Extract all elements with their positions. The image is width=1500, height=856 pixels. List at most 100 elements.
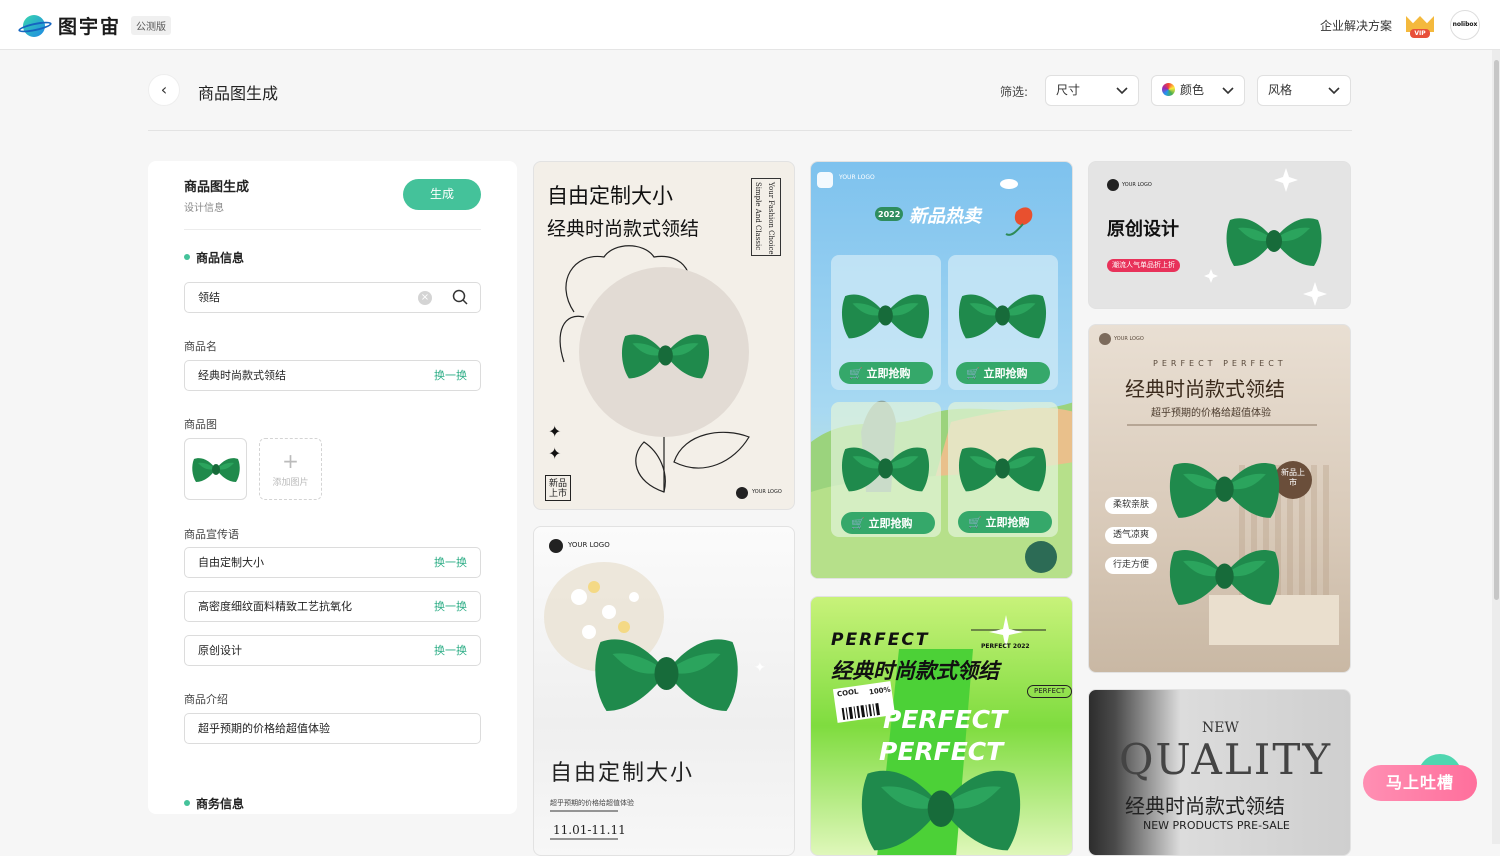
- card-4-feature-2: 透气凉爽: [1105, 527, 1158, 544]
- slogan-field-1[interactable]: 自由定制大小 换一换: [184, 547, 481, 578]
- card-2-cta-1[interactable]: 🛒 立即抢购: [849, 365, 911, 381]
- card-4-tagline: 超乎预期的价格给超值体验: [1151, 408, 1271, 419]
- add-image-button[interactable]: + 添加图片: [259, 438, 322, 500]
- card-4-subtitle: PERFECT PERFECT: [1153, 359, 1287, 368]
- card-1-title-1: 自由定制大小: [547, 184, 673, 208]
- card-1-logo: YOUR LOGO: [752, 489, 782, 495]
- card-2-title: 新品热卖: [909, 206, 981, 227]
- feedback-label: 马上吐槽: [1385, 773, 1454, 792]
- bow-tie-image: [589, 627, 744, 717]
- slogan-value: 高密度细纹面料精致工艺抗氧化: [198, 600, 352, 613]
- app-name: 图宇宙: [58, 16, 122, 38]
- chevron-down-icon: [1116, 87, 1128, 95]
- bow-tie-image: [955, 440, 1050, 495]
- card-1-title-2: 经典时尚款式领结: [547, 218, 700, 240]
- panel-title: 商品图生成: [184, 180, 250, 195]
- swap-button[interactable]: 换一换: [434, 636, 467, 665]
- enterprise-solutions-link[interactable]: 企业解决方案: [1320, 17, 1392, 34]
- card-6-title: 经典时尚款式领结: [831, 659, 999, 683]
- intro-label: 商品介绍: [184, 693, 228, 706]
- design-card-2[interactable]: YOUR LOGO 2022 新品热卖 🛒 立即抢购 🛒 立即抢购 🛒 立即抢购…: [810, 161, 1073, 579]
- cta-label: 立即抢购: [985, 516, 1030, 529]
- product-image-thumbnail[interactable]: [184, 438, 247, 500]
- section-dot-icon: [184, 254, 190, 260]
- cta-label: 立即抢购: [983, 367, 1028, 380]
- swap-button[interactable]: 换一换: [434, 361, 467, 390]
- generate-button[interactable]: 生成: [403, 179, 481, 210]
- design-card-1[interactable]: ✦ ✦ 自由定制大小 经典时尚款式领结 Your Fashion Choice …: [533, 161, 795, 510]
- avatar[interactable]: nolibox: [1450, 10, 1480, 40]
- slogan-value: 自由定制大小: [198, 556, 264, 569]
- card-3-title: 原创设计: [1107, 219, 1179, 240]
- product-name-field[interactable]: 经典时尚款式领结 换一换: [184, 360, 481, 391]
- app-logo[interactable]: 图宇宙 公测版: [17, 12, 172, 39]
- card-2-year: 2022: [878, 210, 901, 219]
- card-3-logo: YOUR LOGO: [1122, 182, 1152, 188]
- style-filter-label: 风格: [1268, 83, 1293, 97]
- card-5-logo: YOUR LOGO: [568, 541, 610, 549]
- card-2-cta-2[interactable]: 🛒 立即抢购: [966, 365, 1028, 381]
- vip-crown-icon[interactable]: VIP: [1404, 12, 1436, 38]
- slogan-field-3[interactable]: 原创设计 换一换: [184, 635, 481, 666]
- slogan-value: 原创设计: [198, 644, 242, 657]
- design-card-3[interactable]: YOUR LOGO 原创设计 潮流人气单品折上折: [1088, 161, 1351, 309]
- card-6-brand: PERFECT: [831, 630, 930, 650]
- plus-icon: +: [282, 449, 299, 473]
- size-filter-dropdown[interactable]: 尺寸: [1045, 75, 1139, 106]
- style-filter-dropdown[interactable]: 风格: [1257, 75, 1351, 106]
- swap-button[interactable]: 换一换: [434, 592, 467, 621]
- product-info-heading-text: 商品信息: [196, 251, 245, 265]
- color-filter-dropdown[interactable]: 颜色: [1151, 75, 1245, 106]
- card-4-feature-3: 行走方便: [1105, 557, 1158, 574]
- card-4-badge: 新品上市: [1281, 468, 1305, 487]
- top-bar: 图宇宙 公测版 企业解决方案 VIP nolibox: [0, 0, 1500, 50]
- card-5-tagline: 超乎预期的价格给超值体验: [550, 799, 634, 807]
- design-card-6[interactable]: PERFECT PERFECT 2022 经典时尚款式领结 PERFECT CO…: [810, 596, 1073, 856]
- card-2-cta-4[interactable]: 🛒 立即抢购: [968, 514, 1030, 530]
- product-image-label: 商品图: [184, 418, 217, 431]
- card-2-cta-3[interactable]: 🛒 立即抢购: [851, 515, 913, 531]
- card-6-year-tag: PERFECT 2022: [981, 643, 1030, 650]
- bow-tie-image: [851, 757, 1031, 856]
- swap-button[interactable]: 换一换: [434, 548, 467, 577]
- vip-label: VIP: [1410, 29, 1430, 38]
- cta-label: 立即抢购: [868, 517, 913, 530]
- intro-field[interactable]: 超乎预期的价格给超值体验: [184, 713, 481, 744]
- panel-subtitle: 设计信息: [184, 203, 224, 214]
- bow-tie-image: [618, 327, 713, 382]
- cart-icon: 🛒: [851, 517, 865, 530]
- card-7-title: 经典时尚款式领结: [1125, 794, 1285, 818]
- slogan-field-2[interactable]: 高密度细纹面料精致工艺抗氧化 换一换: [184, 591, 481, 622]
- card-1-side-text-2: Simple And Classic: [754, 182, 762, 251]
- back-button[interactable]: ‹: [148, 74, 180, 106]
- planet-logo-icon: [17, 13, 53, 39]
- search-icon[interactable]: [452, 289, 468, 305]
- svg-text:✦: ✦: [548, 422, 561, 441]
- cart-icon: 🛒: [966, 367, 980, 380]
- header-divider: [148, 130, 1352, 131]
- design-card-4[interactable]: YOUR LOGO PERFECT PERFECT 经典时尚款式领结 超乎预期的…: [1088, 324, 1351, 673]
- design-card-5[interactable]: ✦ YOUR LOGO 自由定制大小 超乎预期的价格给超值体验 11.01-11…: [533, 526, 795, 856]
- card-5-title: 自由定制大小: [550, 761, 695, 786]
- chevron-down-icon: [1328, 87, 1340, 95]
- page-title: 商品图生成: [198, 84, 279, 103]
- card-6-pill: PERFECT: [1027, 685, 1072, 698]
- design-card-7[interactable]: NEW QUALITY 经典时尚款式领结 NEW PRODUCTS PRE-SA…: [1088, 689, 1351, 856]
- svg-text:✦: ✦: [548, 444, 561, 463]
- card-7-quality: QUALITY: [1119, 735, 1333, 784]
- card-2-logo: YOUR LOGO: [839, 174, 875, 181]
- filter-label: 筛选:: [1000, 85, 1029, 99]
- product-search-input[interactable]: 领结 ×: [184, 282, 481, 313]
- card-7-new: NEW: [1202, 720, 1239, 736]
- scrollbar-thumb[interactable]: [1494, 60, 1499, 600]
- bow-tie-image: [1167, 540, 1282, 610]
- card-5-date: 11.01-11.11: [553, 823, 626, 837]
- clear-icon[interactable]: ×: [418, 291, 432, 305]
- add-image-text: 添加图片: [272, 478, 309, 488]
- feedback-button[interactable]: 马上吐槽: [1363, 765, 1477, 801]
- business-info-heading: 商务信息: [184, 795, 244, 812]
- cart-icon: 🛒: [968, 516, 982, 529]
- cta-label: 立即抢购: [866, 367, 911, 380]
- color-filter-label: 颜色: [1180, 83, 1205, 97]
- intro-value: 超乎预期的价格给超值体验: [198, 722, 330, 735]
